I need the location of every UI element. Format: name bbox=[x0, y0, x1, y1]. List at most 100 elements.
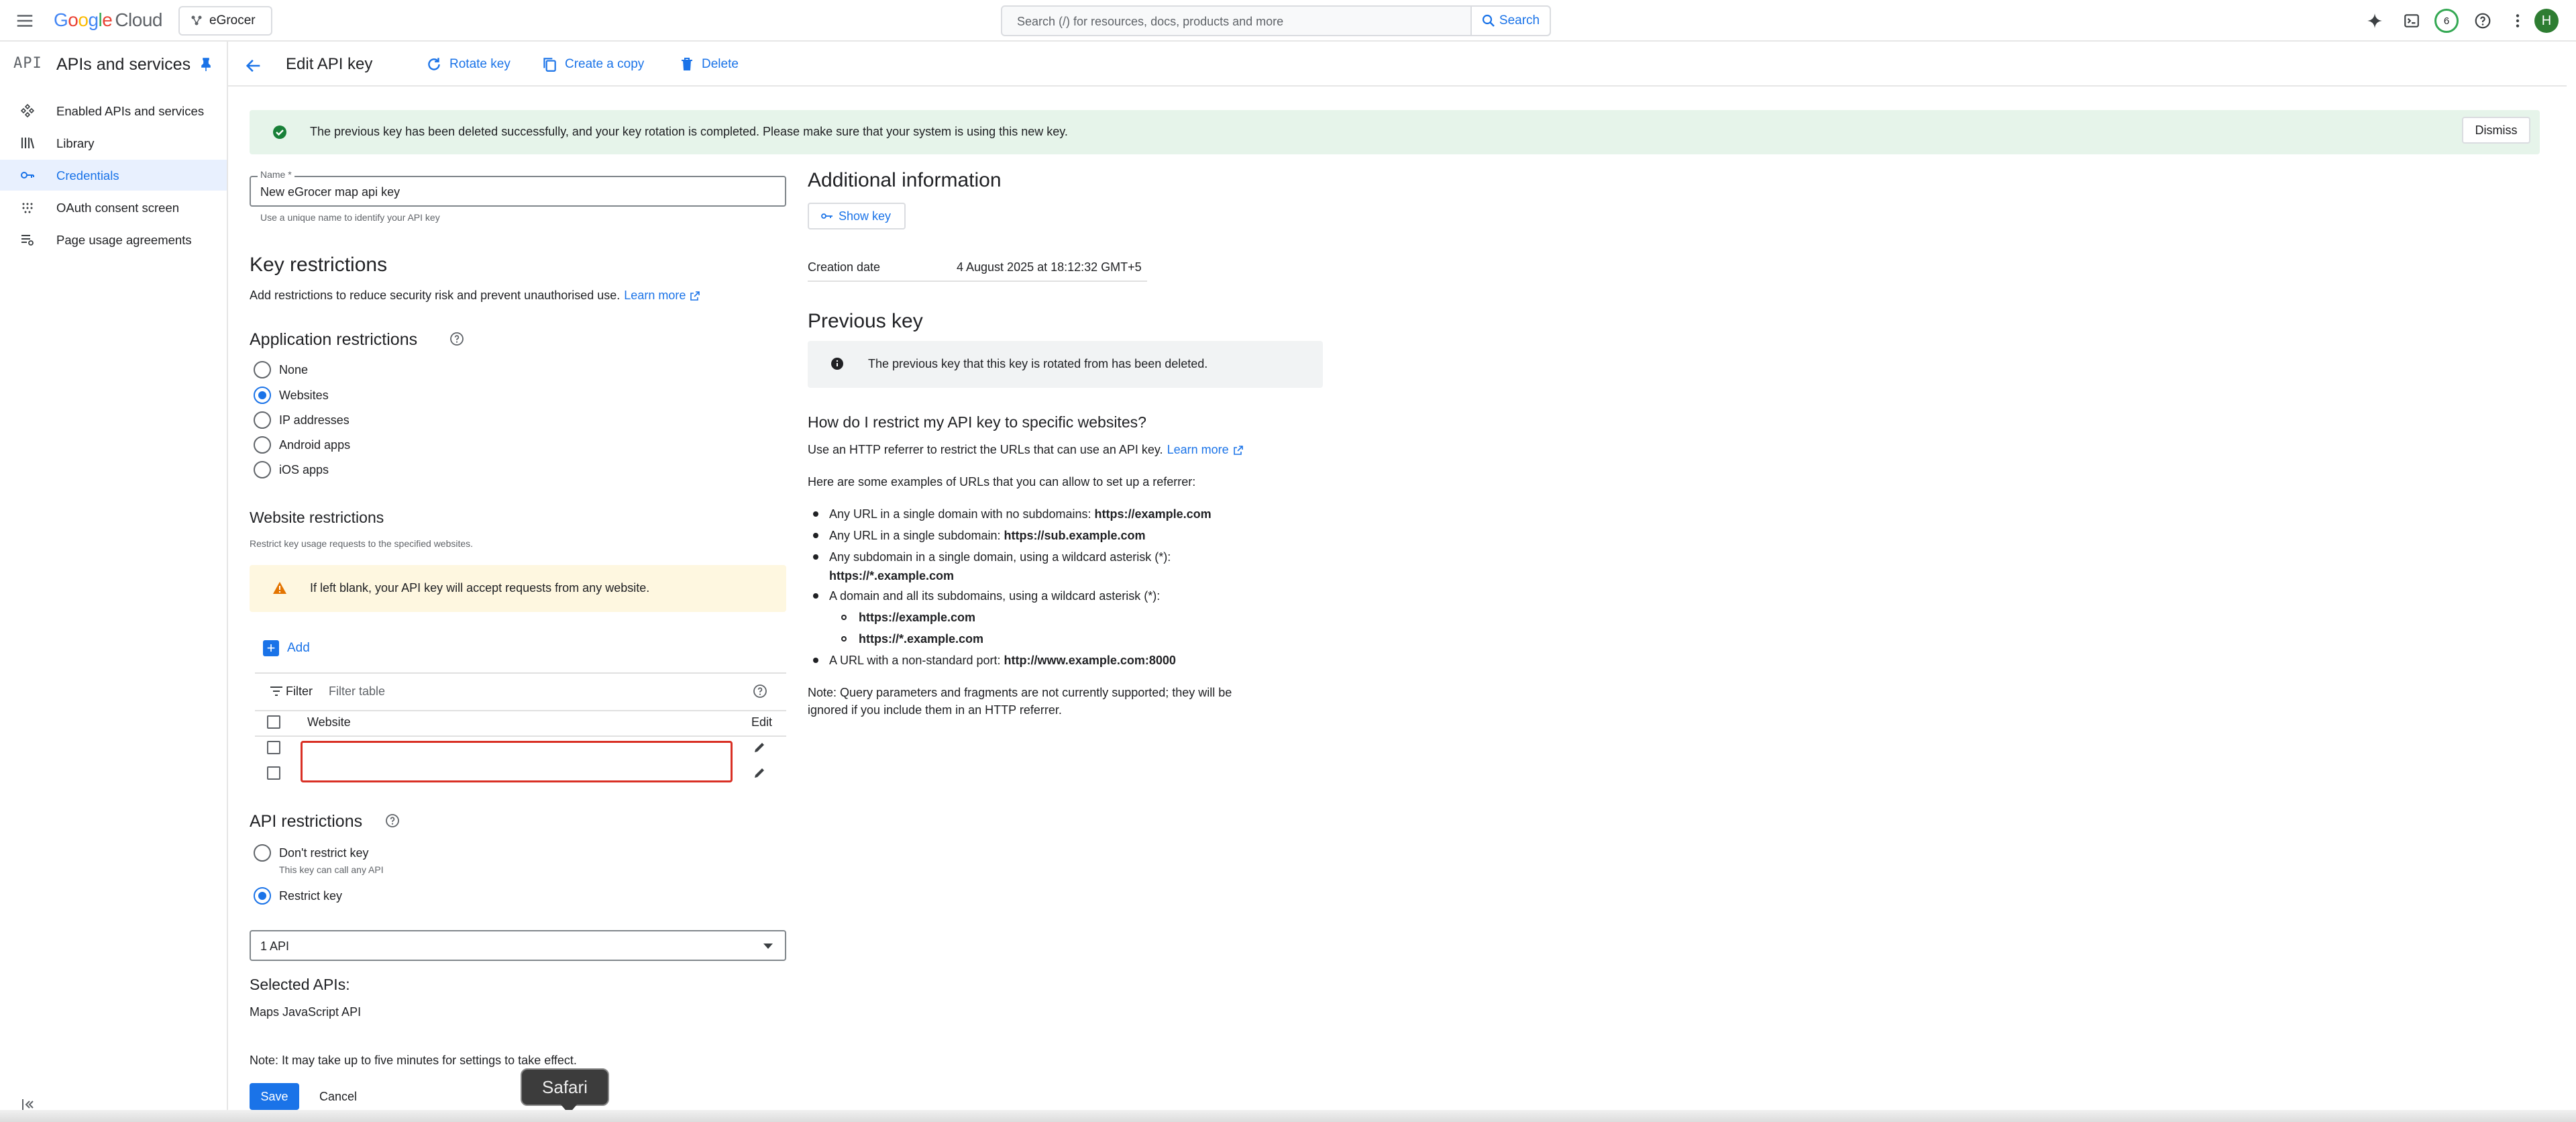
radio-ip-label: IP addresses bbox=[279, 413, 350, 427]
name-hint: Use a unique name to identify your API k… bbox=[260, 212, 440, 223]
website-table: Filter Filter table Website Edit bbox=[255, 672, 786, 786]
dismiss-button[interactable]: Dismiss bbox=[2462, 117, 2530, 144]
sidebar-item-enabled-apis[interactable]: Enabled APIs and services bbox=[0, 95, 227, 126]
cancel-button[interactable]: Cancel bbox=[313, 1083, 364, 1110]
show-key-button[interactable]: Show key bbox=[808, 203, 906, 230]
create-copy-label: Create a copy bbox=[565, 57, 645, 71]
radio-ios-label: iOS apps bbox=[279, 463, 329, 476]
search-button[interactable]: Search bbox=[1470, 7, 1550, 35]
radio-android-apps[interactable] bbox=[254, 436, 271, 454]
key-restrictions-desc: Add restrictions to reduce security risk… bbox=[250, 289, 621, 302]
sidebar-item-library[interactable]: Library bbox=[0, 128, 227, 158]
column-help-icon[interactable] bbox=[753, 684, 767, 699]
learn-more-link[interactable]: Learn more bbox=[624, 289, 686, 303]
api-select-dropdown[interactable]: 1 API bbox=[250, 930, 786, 961]
api-select-value: 1 API bbox=[260, 939, 290, 953]
top-bar: Google Cloud eGrocer Search (/) for resou… bbox=[0, 0, 2576, 42]
select-all-checkbox[interactable] bbox=[267, 715, 280, 729]
radio-none[interactable] bbox=[254, 361, 271, 378]
radio-websites[interactable] bbox=[254, 387, 271, 404]
library-icon bbox=[20, 136, 35, 150]
radio-none-label: None bbox=[279, 363, 309, 376]
radio-restrict-key[interactable] bbox=[254, 887, 271, 905]
radio-dont-restrict[interactable] bbox=[254, 844, 271, 862]
column-header-edit: Edit bbox=[751, 715, 773, 729]
sidebar-item-oauth[interactable]: OAuth consent screen bbox=[0, 192, 227, 223]
sidebar-item-credentials[interactable]: Credentials bbox=[0, 160, 227, 191]
radio-ios-apps[interactable] bbox=[254, 461, 271, 478]
rotate-key-button[interactable]: Rotate key bbox=[425, 54, 511, 75]
filter-table-input[interactable]: Filter table bbox=[329, 684, 385, 699]
list-bullet bbox=[813, 533, 818, 538]
search-input[interactable]: Search (/) for resources, docs, products… bbox=[1001, 5, 1551, 36]
gemini-sparkle-icon[interactable] bbox=[2365, 11, 2385, 31]
search-button-label: Search bbox=[1499, 13, 1540, 28]
row-checkbox[interactable] bbox=[267, 766, 280, 780]
example-5-text: A URL with a non-standard port: bbox=[829, 654, 1004, 667]
sidebar-item-label: OAuth consent screen bbox=[56, 201, 180, 215]
previous-key-title: Previous key bbox=[808, 310, 923, 332]
selected-api-item: Maps JavaScript API bbox=[250, 1005, 362, 1019]
examples-intro: Here are some examples of URLs that you … bbox=[808, 475, 1196, 489]
howto-desc-row: Use an HTTP referrer to restrict the URL… bbox=[808, 443, 1244, 457]
list-bullet bbox=[813, 554, 818, 560]
name-value: New eGrocer map api key bbox=[260, 185, 400, 199]
edit-pencil-icon[interactable] bbox=[753, 766, 766, 780]
example-4-sub-1: https://example.com bbox=[859, 611, 976, 624]
row-checkbox[interactable] bbox=[267, 741, 280, 754]
save-button[interactable]: Save bbox=[250, 1083, 299, 1110]
success-banner: The previous key has been deleted succes… bbox=[250, 110, 2540, 154]
sidebar-item-page-usage[interactable]: Page usage agreements bbox=[0, 224, 227, 255]
settings-list-icon bbox=[20, 232, 35, 247]
logo-cloud: Cloud bbox=[115, 9, 162, 30]
propagation-note: Note: It may take up to five minutes for… bbox=[250, 1054, 577, 1067]
help-outline-icon[interactable] bbox=[449, 332, 464, 346]
logo-google: Google bbox=[54, 9, 113, 30]
project-icon bbox=[191, 15, 203, 27]
key-restrictions-desc-row: Add restrictions to reduce security risk… bbox=[250, 289, 700, 303]
example-3-text: Any subdomain in a single domain, using … bbox=[829, 550, 1171, 564]
account-avatar[interactable]: H bbox=[2534, 9, 2559, 33]
dock-tooltip: Safari bbox=[521, 1068, 609, 1114]
copy-icon bbox=[541, 56, 558, 73]
dont-restrict-hint: This key can call any API bbox=[279, 864, 384, 875]
edit-pencil-icon[interactable] bbox=[753, 741, 766, 754]
howto-desc: Use an HTTP referrer to restrict the URL… bbox=[808, 443, 1163, 456]
rotate-icon bbox=[425, 56, 443, 73]
name-field[interactable]: Name * New eGrocer map api key bbox=[250, 169, 786, 207]
query-note-line-2: ignored if you include them in an HTTP r… bbox=[808, 703, 1062, 717]
website-url-input[interactable] bbox=[301, 741, 733, 782]
restrict-key-label: Restrict key bbox=[279, 889, 343, 903]
google-cloud-logo[interactable]: Google Cloud bbox=[54, 9, 162, 31]
api-restrictions-help-icon[interactable] bbox=[385, 813, 400, 828]
header-divider bbox=[228, 85, 2567, 87]
example-1-text: Any URL in a single domain with no subdo… bbox=[829, 507, 1095, 521]
back-arrow-icon[interactable] bbox=[244, 56, 263, 75]
radio-ip-addresses[interactable] bbox=[254, 411, 271, 429]
main-menu-icon[interactable] bbox=[15, 11, 35, 31]
app-restrictions-title: Application restrictions bbox=[250, 330, 418, 349]
api-restrictions-title: API restrictions bbox=[250, 812, 363, 831]
search-placeholder: Search (/) for resources, docs, products… bbox=[1017, 15, 1284, 28]
add-website-button[interactable]: + Add bbox=[263, 640, 310, 656]
pin-icon[interactable] bbox=[200, 58, 212, 71]
api-logo: API bbox=[13, 55, 42, 72]
notifications-badge[interactable]: 6 bbox=[2434, 9, 2459, 33]
filter-icon[interactable] bbox=[270, 686, 283, 697]
project-picker-button[interactable]: eGrocer bbox=[178, 6, 272, 36]
check-circle-icon bbox=[272, 125, 287, 140]
example-1: Any URL in a single domain with no subdo… bbox=[829, 507, 1212, 521]
name-label: Name * bbox=[258, 169, 294, 180]
example-2-text: Any URL in a single subdomain: bbox=[829, 529, 1004, 542]
cloud-shell-icon[interactable] bbox=[2402, 11, 2422, 31]
external-link-icon bbox=[1233, 445, 1244, 456]
howto-learn-more-link[interactable]: Learn more bbox=[1167, 443, 1229, 457]
more-vert-icon[interactable] bbox=[2508, 11, 2528, 31]
rotate-key-label: Rotate key bbox=[449, 57, 511, 71]
add-label: Add bbox=[287, 641, 310, 655]
warning-text: If left blank, your API key will accept … bbox=[310, 581, 650, 595]
delete-button[interactable]: Delete bbox=[679, 54, 739, 75]
create-copy-button[interactable]: Create a copy bbox=[541, 54, 644, 75]
help-icon[interactable] bbox=[2473, 11, 2493, 31]
table-divider bbox=[255, 672, 786, 674]
